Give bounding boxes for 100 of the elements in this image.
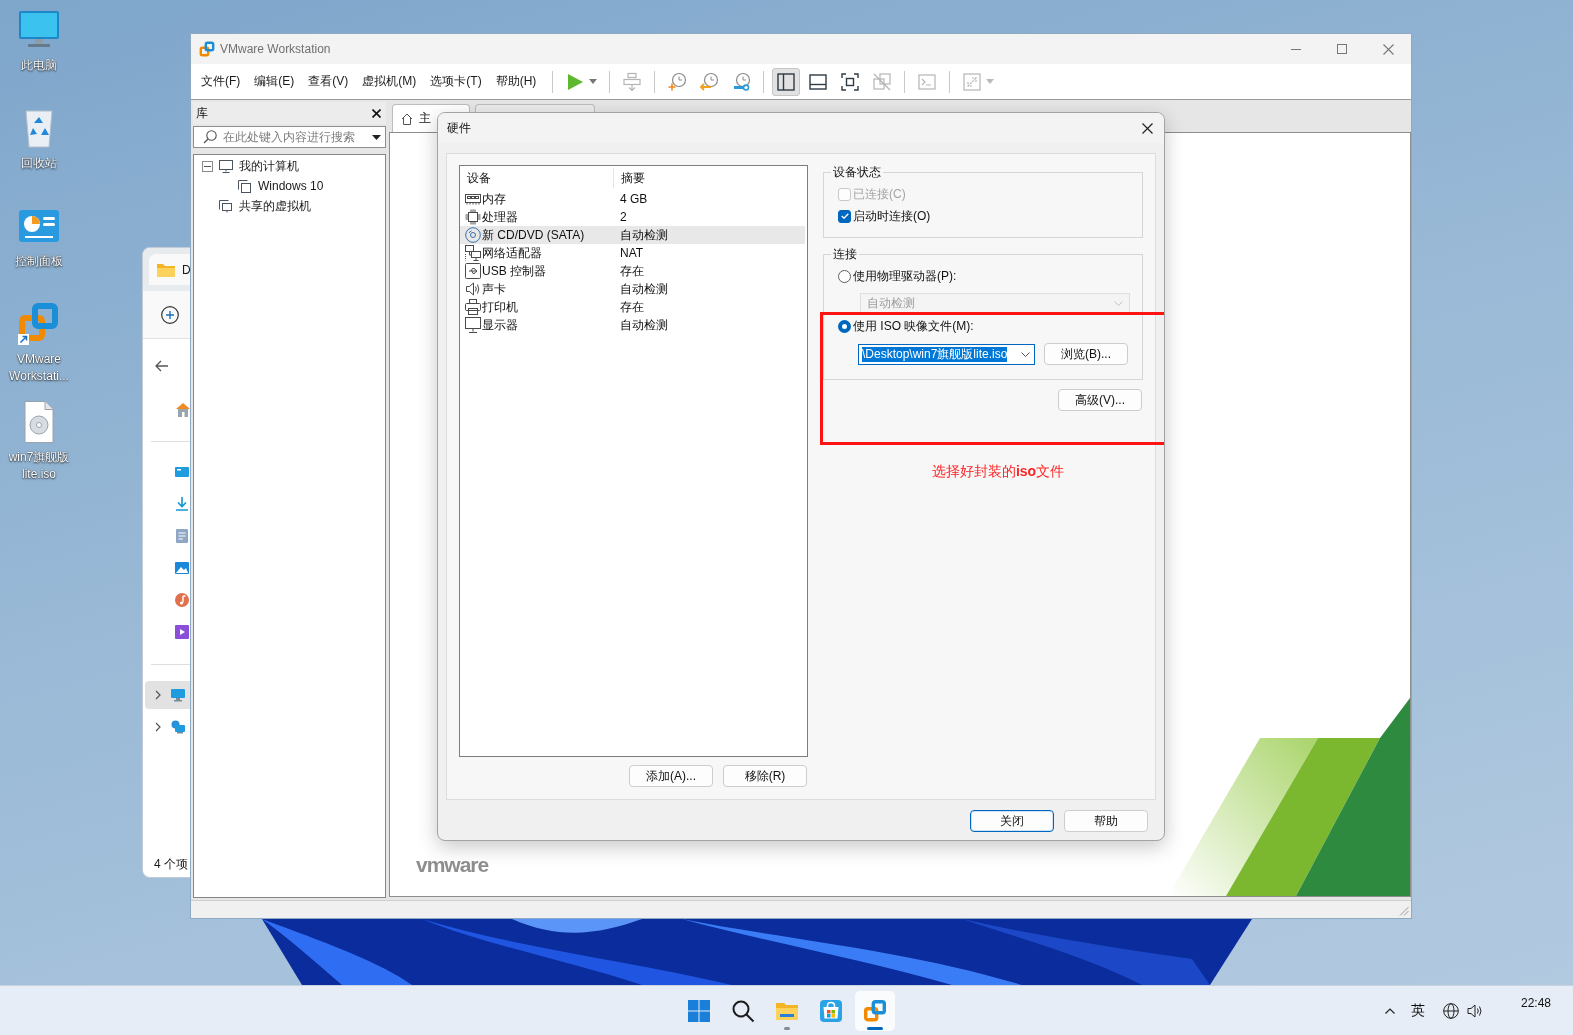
caret-icon: [986, 79, 995, 84]
overlapping-squares-icon: [17, 302, 61, 346]
list-button[interactable]: 添加(A)...: [629, 765, 713, 787]
chevron-right-icon: [155, 690, 161, 700]
maximize-icon: [1337, 44, 1347, 54]
globe-monitor-icon: [171, 720, 185, 734]
collapse-toggle[interactable]: [202, 160, 213, 172]
list-button[interactable]: 移除(R): [723, 765, 807, 787]
home-button[interactable]: [175, 402, 190, 417]
device-row[interactable]: 声卡 自动检测: [460, 280, 805, 298]
dropdown-arrow-icon: [372, 134, 381, 140]
device-row[interactable]: 打印机 存在: [460, 298, 805, 316]
device-row[interactable]: 处理器 2: [460, 208, 805, 226]
minimize-icon: [1291, 48, 1301, 50]
toolbar-button[interactable]: [772, 67, 801, 96]
window-title: VMware Workstation: [220, 42, 332, 56]
iso-path-combo[interactable]: \Desktop\win7旗舰版lite.iso: [858, 343, 1035, 365]
quick-access-item[interactable]: [175, 529, 189, 543]
overlapping-squares-icon: [199, 41, 215, 57]
annotation-note: 选择好封装的iso文件: [931, 462, 1065, 480]
radio-button[interactable]: [838, 319, 851, 333]
checkmark-icon: [840, 213, 849, 219]
device-summary: 存在: [619, 262, 644, 280]
checkbox-label: 已连接(C): [853, 185, 906, 203]
back-arrow-icon: [155, 360, 169, 372]
close-button[interactable]: [372, 108, 381, 118]
clock-wrench-icon: [731, 71, 752, 92]
monitor-icon: [219, 159, 233, 173]
overlapping-squares-icon: [862, 998, 887, 1023]
navigation-item[interactable]: [145, 681, 190, 709]
split-panel-icon: [776, 71, 797, 92]
advanced-button[interactable]: 高级(V)...: [1058, 389, 1142, 411]
tree-item[interactable]: Windows 10: [258, 179, 324, 193]
tree-item[interactable]: 我的计算机: [239, 157, 299, 175]
browse-button[interactable]: 浏览(B)...: [1044, 343, 1128, 365]
quick-access-item[interactable]: [175, 593, 189, 607]
checkbox[interactable]: [838, 209, 851, 223]
quick-access-item[interactable]: [175, 497, 189, 511]
new-button[interactable]: [161, 305, 179, 324]
shopping-bag-tile-icon: [818, 998, 843, 1023]
device-name: 打印机: [481, 298, 519, 316]
menu-item[interactable]: 选项卡(T): [424, 69, 488, 94]
device-row[interactable]: 网络适配器 NAT: [460, 244, 805, 262]
tree-item[interactable]: 共享的虚拟机: [239, 197, 311, 215]
back-button[interactable]: [155, 360, 169, 372]
search-icon: [203, 130, 217, 144]
close-icon: [1382, 43, 1394, 55]
dialog-button[interactable]: 关闭: [970, 810, 1054, 832]
network-monitors-icon: [465, 245, 481, 261]
group-title: 设备状态: [832, 165, 882, 179]
chevron-down-icon: [1114, 300, 1123, 306]
column-header[interactable]: 设备: [460, 168, 614, 188]
quick-access-item[interactable]: [175, 561, 189, 575]
disc-icon: [465, 227, 481, 243]
menu-item[interactable]: 编辑(E): [248, 69, 301, 94]
device-summary: NAT: [619, 246, 644, 260]
search-field[interactable]: 在此处键入内容进行搜索: [193, 126, 386, 148]
memory-module-icon: [465, 191, 481, 207]
chip-icon: [465, 209, 481, 225]
device-summary: 自动检测: [619, 226, 668, 244]
bottom-panel-icon: [808, 71, 829, 92]
caret-icon: [589, 79, 598, 84]
device-row[interactable]: 显示器 自动检测: [460, 316, 805, 334]
menu-item[interactable]: 虚拟机(M): [356, 69, 423, 94]
radio-label: 使用 ISO 映像文件(M):: [853, 317, 974, 335]
resize-grip-icon: [1399, 906, 1409, 916]
device-row[interactable]: 新 CD/DVD (SATA) 自动检测: [460, 226, 805, 244]
dialog-button[interactable]: 帮助: [1064, 810, 1148, 832]
chevron-down-icon: [1021, 351, 1030, 357]
quick-access-item[interactable]: [175, 625, 189, 639]
monitor-icon: [465, 317, 481, 333]
corner-brackets-icon: [840, 71, 861, 92]
device-summary: 2: [619, 210, 627, 224]
device-row[interactable]: USB 控制器 存在: [460, 262, 805, 280]
close-icon: [1141, 122, 1153, 134]
speaker-icon: [465, 281, 481, 297]
chevron-right-icon: [155, 722, 161, 732]
search-icon: [730, 998, 755, 1023]
start-icon: [686, 998, 711, 1023]
globe-icon: [1442, 1002, 1459, 1019]
group-title: 连接: [832, 247, 858, 261]
clock[interactable]: 22:48: [1520, 995, 1551, 1026]
radio-label: 使用物理驱动器(P):: [853, 267, 957, 285]
device-summary: 4 GB: [619, 192, 648, 206]
menu-item[interactable]: 文件(F): [195, 69, 247, 94]
quick-access-item[interactable]: [175, 465, 189, 479]
device-row[interactable]: 内存 4 GB: [460, 190, 805, 208]
logo: vmware: [416, 855, 489, 875]
plus-circle-icon: [161, 305, 179, 324]
input-language-button[interactable]: 英: [1410, 1001, 1425, 1020]
folder-icon: [157, 262, 175, 277]
terminal-icon: [917, 71, 938, 92]
speaker-icon: [1466, 1003, 1483, 1018]
checkbox-label: 启动时连接(O): [853, 207, 931, 225]
device-name: 网络适配器: [481, 244, 543, 262]
explorer-tab[interactable]: D: [149, 254, 190, 285]
menu-item[interactable]: 查看(V): [302, 69, 355, 94]
radio-button[interactable]: [838, 269, 851, 283]
menu-item[interactable]: 帮助(H): [489, 69, 543, 94]
column-header[interactable]: 摘要: [614, 168, 645, 188]
